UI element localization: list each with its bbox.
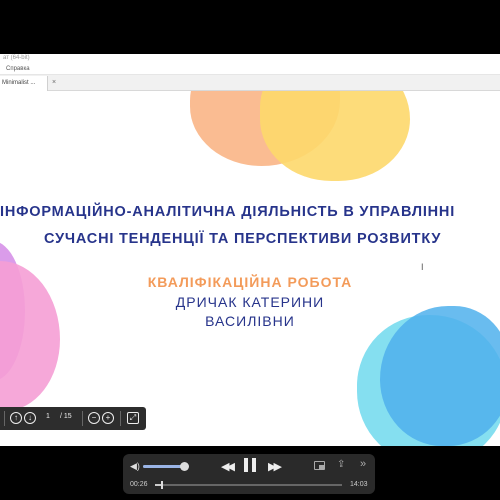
video-player-controls: ◀) ◀◀ ▶▶ ⇪ » 00:26 14:03 xyxy=(123,454,375,494)
more-icon[interactable]: » xyxy=(360,458,366,470)
toolbar-divider xyxy=(4,411,5,426)
page-down-icon[interactable]: ↓ xyxy=(24,412,36,424)
volume-slider-knob[interactable] xyxy=(179,462,189,471)
slide-title-line-1: ІНФОРМАЦІЙНО-АНАЛІТИЧНА ДІЯЛЬНІСТЬ В УПР… xyxy=(0,204,456,220)
total-pages-label: / 15 xyxy=(60,413,72,420)
tab-bar: Minimalist ... × xyxy=(0,75,500,91)
decorative-blob-yellow xyxy=(260,91,410,181)
page-up-icon[interactable]: ↑ xyxy=(10,412,22,424)
pdf-viewer-window: ат (64-bit) Справка Minimalist ... × ІНФ… xyxy=(0,54,500,446)
pdf-navigation-toolbar: ↑ ↓ 1 / 15 − + ⤢ xyxy=(0,407,146,430)
slide-subtitle: КВАЛІФІКАЦІЙНА РОБОТА xyxy=(147,274,353,290)
seek-bar[interactable] xyxy=(155,481,342,489)
author-name-line-2: ВАСИЛІВНИ xyxy=(205,313,295,329)
zoom-in-icon[interactable]: + xyxy=(102,412,114,424)
toolbar-divider xyxy=(82,411,83,426)
rewind-icon[interactable]: ◀◀ xyxy=(221,460,235,473)
tab-close-icon[interactable]: × xyxy=(52,79,56,86)
menu-bar: Справка xyxy=(0,64,500,75)
menu-item-help[interactable]: Справка xyxy=(6,66,30,72)
slide-canvas: ІНФОРМАЦІЙНО-АНАЛІТИЧНА ДІЯЛЬНІСТЬ В УПР… xyxy=(0,91,500,446)
tab-document[interactable]: Minimalist ... xyxy=(0,76,48,91)
total-time: 14:03 xyxy=(350,481,368,488)
slide-title-line-2: СУЧАСНІ ТЕНДЕНЦІЇ ТА ПЕРСПЕКТИВИ РОЗВИТК… xyxy=(44,231,442,247)
toolbar-divider xyxy=(120,411,121,426)
zoom-out-icon[interactable]: − xyxy=(88,412,100,424)
picture-in-picture-icon[interactable] xyxy=(314,461,325,470)
title-bar: ат (64-bit) xyxy=(0,54,500,64)
text-cursor-icon: I xyxy=(421,262,424,272)
window-title: ат (64-bit) xyxy=(3,55,30,61)
pause-icon[interactable] xyxy=(244,458,256,472)
volume-slider[interactable] xyxy=(143,462,189,471)
forward-icon[interactable]: ▶▶ xyxy=(268,460,282,473)
tab-label: Minimalist ... xyxy=(2,80,36,86)
seek-bar-knob[interactable] xyxy=(160,481,163,489)
author-name-line-1: ДРИЧАК КАТЕРИНИ xyxy=(175,294,325,310)
volume-icon[interactable]: ◀) xyxy=(130,461,140,472)
share-icon[interactable]: ⇪ xyxy=(337,459,345,470)
current-page-input[interactable]: 1 xyxy=(46,413,50,420)
volume-slider-fill xyxy=(143,465,185,468)
fit-page-icon[interactable]: ⤢ xyxy=(127,412,139,424)
screen: ат (64-bit) Справка Minimalist ... × ІНФ… xyxy=(0,0,500,500)
current-time: 00:26 xyxy=(130,481,148,488)
